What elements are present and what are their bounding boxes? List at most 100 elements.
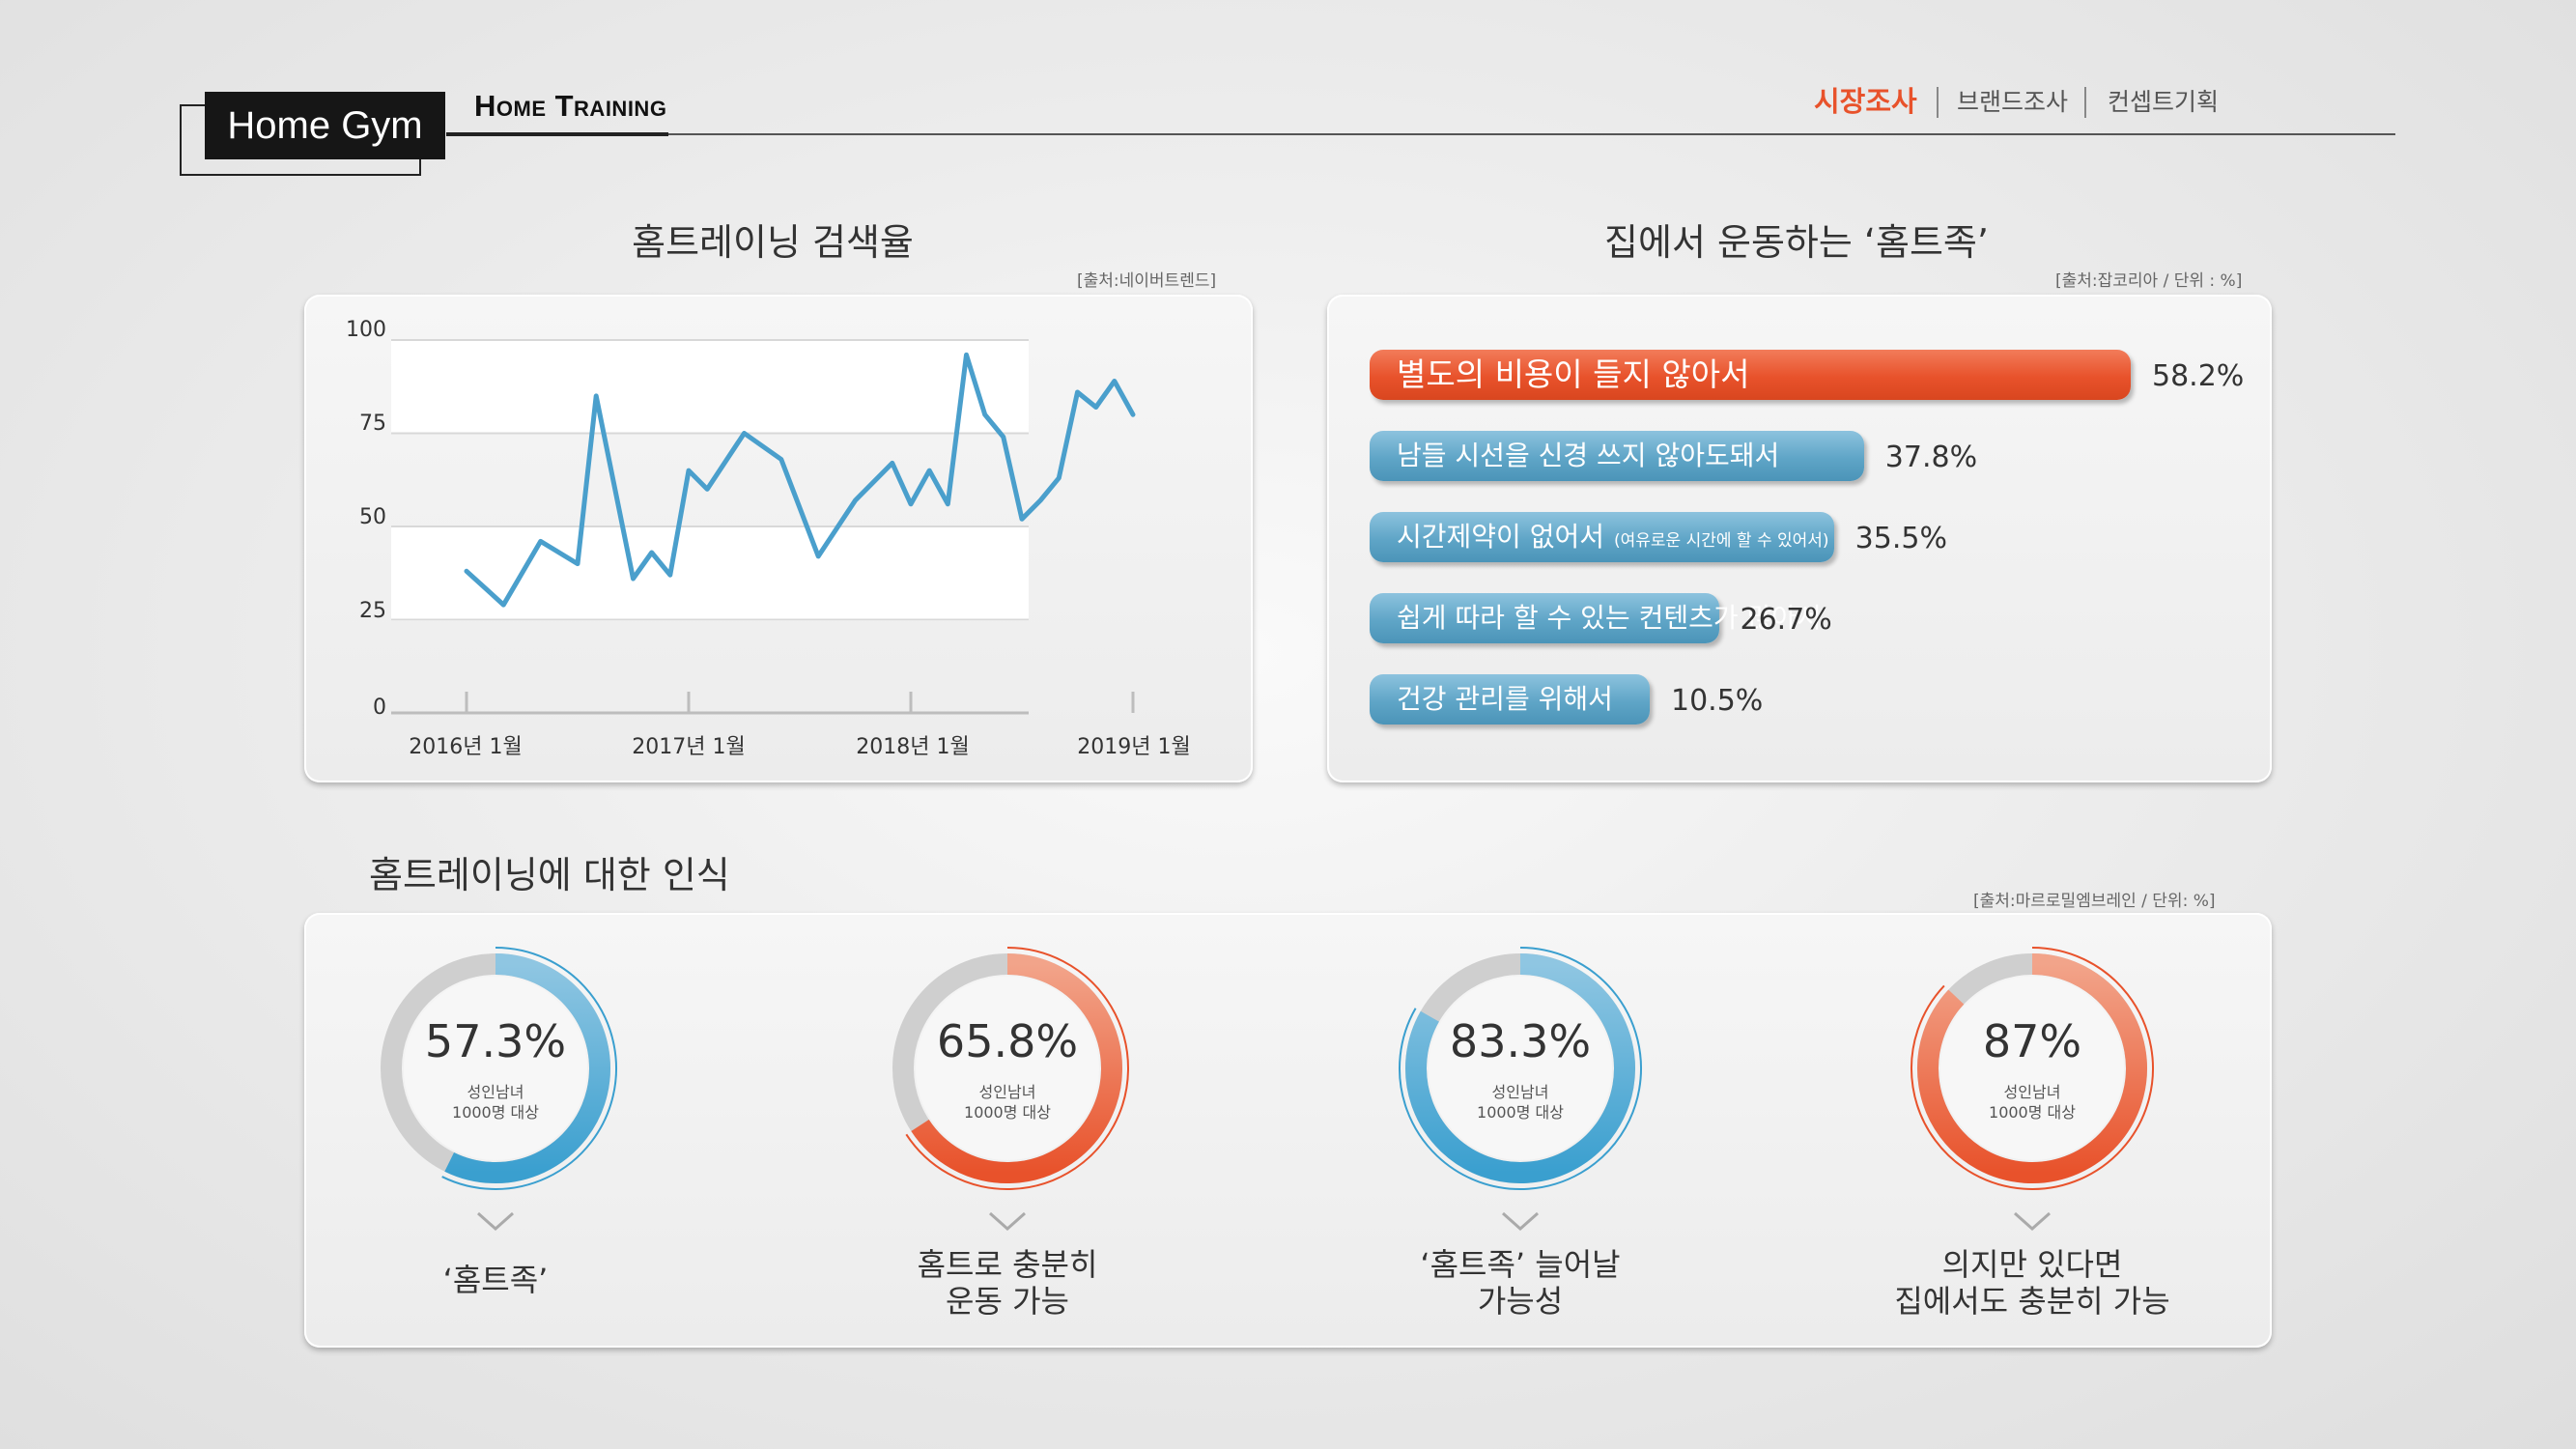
caption-line: 가능성 (1477, 1283, 1564, 1320)
data-point (1114, 380, 1116, 382)
data-point (744, 433, 745, 434)
bar-value-label: 37.8% (1884, 440, 1978, 474)
data-point (706, 488, 708, 490)
bar: 남들 시선을 신경 쓰지 않아도돼서 (1370, 431, 1864, 481)
donut-sub-label: 1000명 대상 (1989, 1103, 2076, 1122)
x-tick-label: 2017년 1월 (632, 735, 746, 759)
data-point (984, 413, 986, 415)
donut-sub-label: 성인남녀 (2003, 1083, 2061, 1101)
bar-label: 별도의 비용이 들지 않아서 (1397, 355, 1750, 393)
caption-line: ‘홈트족’ (442, 1262, 549, 1298)
donut-sub-label: 성인남녀 (978, 1083, 1036, 1101)
x-tick-label: 2016년 1월 (409, 735, 523, 759)
bar-label: 건강 관리를 위해서 (1397, 683, 1613, 715)
chevron-down-icon (989, 1211, 1026, 1232)
bar-value-label: 35.5% (1854, 522, 1947, 555)
page-subtitle: Home Training (474, 89, 667, 123)
data-point (780, 459, 782, 461)
search-line-chart (391, 339, 1136, 715)
donut-caption: 의지만 있다면 집에서도 충분히 가능 (1858, 1246, 2206, 1320)
logo: Home Gym (205, 92, 445, 159)
nav-concept-planning[interactable]: 컨셉트기획 (2108, 83, 2219, 118)
data-point (1003, 436, 1005, 438)
caption-line: 의지만 있다면 (1941, 1246, 2123, 1283)
data-point (928, 469, 930, 471)
donut-chart (1399, 947, 1642, 1190)
data-point (1132, 413, 1134, 415)
x-tick-label: 2018년 1월 (856, 735, 970, 759)
caption-line: ‘홈트족’ 늘어날 (1420, 1246, 1621, 1283)
data-point (817, 555, 819, 557)
x-tick-label: 2019년 1월 (1077, 735, 1191, 759)
caption-line: 집에서도 충분히 가능 (1894, 1283, 2170, 1320)
data-point (633, 578, 634, 580)
bar-section-source: [출처:잡코리아 / 단위 : %] (2055, 271, 2243, 291)
donut-center (916, 977, 1099, 1160)
data-point (540, 540, 542, 542)
donut-center (1429, 977, 1612, 1160)
grid-band (391, 340, 1029, 434)
caption-line: 홈트로 충분히 (917, 1246, 1098, 1283)
y-tick-label: 100 (346, 318, 386, 342)
header-divider-accent (446, 132, 668, 136)
donut-sub-label: 1000명 대상 (452, 1103, 539, 1122)
donut-subtitle: 성인남녀 1000명 대상 (380, 1082, 611, 1122)
donut-sub-label: 1000명 대상 (964, 1103, 1051, 1122)
search-chart-title: 홈트레이닝 검색율 (632, 221, 914, 264)
donut-caption: 홈트로 충분히 운동 가능 (834, 1246, 1181, 1320)
bar: 시간제약이 없어서 (여유로운 시간에 할 수 있어서) (1370, 512, 1834, 562)
data-point (910, 503, 912, 505)
y-tick-label: 50 (359, 505, 386, 529)
bar: 쉽게 따라 할 수 있는 컨텐츠가 많아서 (1370, 593, 1822, 643)
data-point (1095, 406, 1097, 408)
donut-chart (381, 947, 617, 1190)
bar-section-title: 집에서 운동하는 ‘홈트족’ (1604, 221, 1989, 264)
data-point (651, 552, 653, 554)
data-point (1077, 391, 1078, 393)
bar-label: 남들 시선을 신경 쓰지 않아도돼서 (1397, 440, 1780, 471)
data-point (1039, 499, 1041, 501)
chevron-down-icon (477, 1211, 514, 1232)
donut-chart (892, 947, 1129, 1190)
perception-title: 홈트레이닝에 대한 인식 (369, 854, 730, 896)
nav-brand-research[interactable]: 브랜드조사 (1957, 83, 2068, 118)
chevron-down-icon (1502, 1211, 1539, 1232)
bar-label-note: (여유로운 시간에 할 수 있어서) (1613, 531, 1829, 551)
grid-band (391, 527, 1029, 621)
y-tick-label: 25 (359, 599, 386, 623)
donut-subtitle: 성인남녀 1000명 대상 (1916, 1082, 2148, 1122)
bar-value-label: 10.5% (1671, 684, 1764, 718)
donut-value-label: 57.3% (424, 1015, 567, 1067)
donut-chart (1911, 947, 2154, 1190)
donut-value-label: 87% (1982, 1015, 2082, 1067)
y-tick-label: 0 (373, 696, 386, 720)
bar-value-label: 26.7% (1740, 603, 1832, 637)
data-point (1058, 477, 1060, 479)
donut-caption: ‘홈트족’ (322, 1262, 669, 1298)
data-point (855, 499, 856, 501)
nav-separator (1937, 87, 1939, 118)
donut-value-label: 65.8% (936, 1015, 1079, 1067)
data-point (577, 563, 579, 565)
donut-sub-label: 성인남녀 (467, 1083, 524, 1101)
data-point (595, 395, 597, 397)
data-point (1021, 518, 1023, 520)
search-chart-source: [출처:네이버트렌드] (1077, 271, 1217, 291)
donut-subtitle: 성인남녀 1000명 대상 (1404, 1082, 1636, 1122)
nav-market-research[interactable]: 시장조사 (1814, 79, 1917, 120)
donut-sub-label: 성인남녀 (1491, 1083, 1549, 1101)
donut-caption: ‘홈트족’ 늘어날 가능성 (1346, 1246, 1694, 1320)
donut-center (1940, 977, 2124, 1160)
donut-subtitle: 성인남녀 1000명 대상 (892, 1082, 1123, 1122)
bar-value-label: 58.2% (2152, 359, 2245, 393)
donut-value-label: 83.3% (1449, 1015, 1592, 1067)
caption-line: 운동 가능 (946, 1283, 1069, 1320)
data-point (502, 604, 504, 606)
perception-source: [출처:마르로밀엠브레인 / 단위: %] (1973, 892, 2216, 911)
header-divider (446, 133, 2395, 135)
donut-sub-label: 1000명 대상 (1477, 1103, 1564, 1122)
chevron-down-icon (2014, 1211, 2051, 1232)
data-point (669, 574, 671, 576)
bar: 건강 관리를 위해서 (1370, 674, 1650, 724)
bar-label: 시간제약이 없어서 (1397, 521, 1604, 553)
